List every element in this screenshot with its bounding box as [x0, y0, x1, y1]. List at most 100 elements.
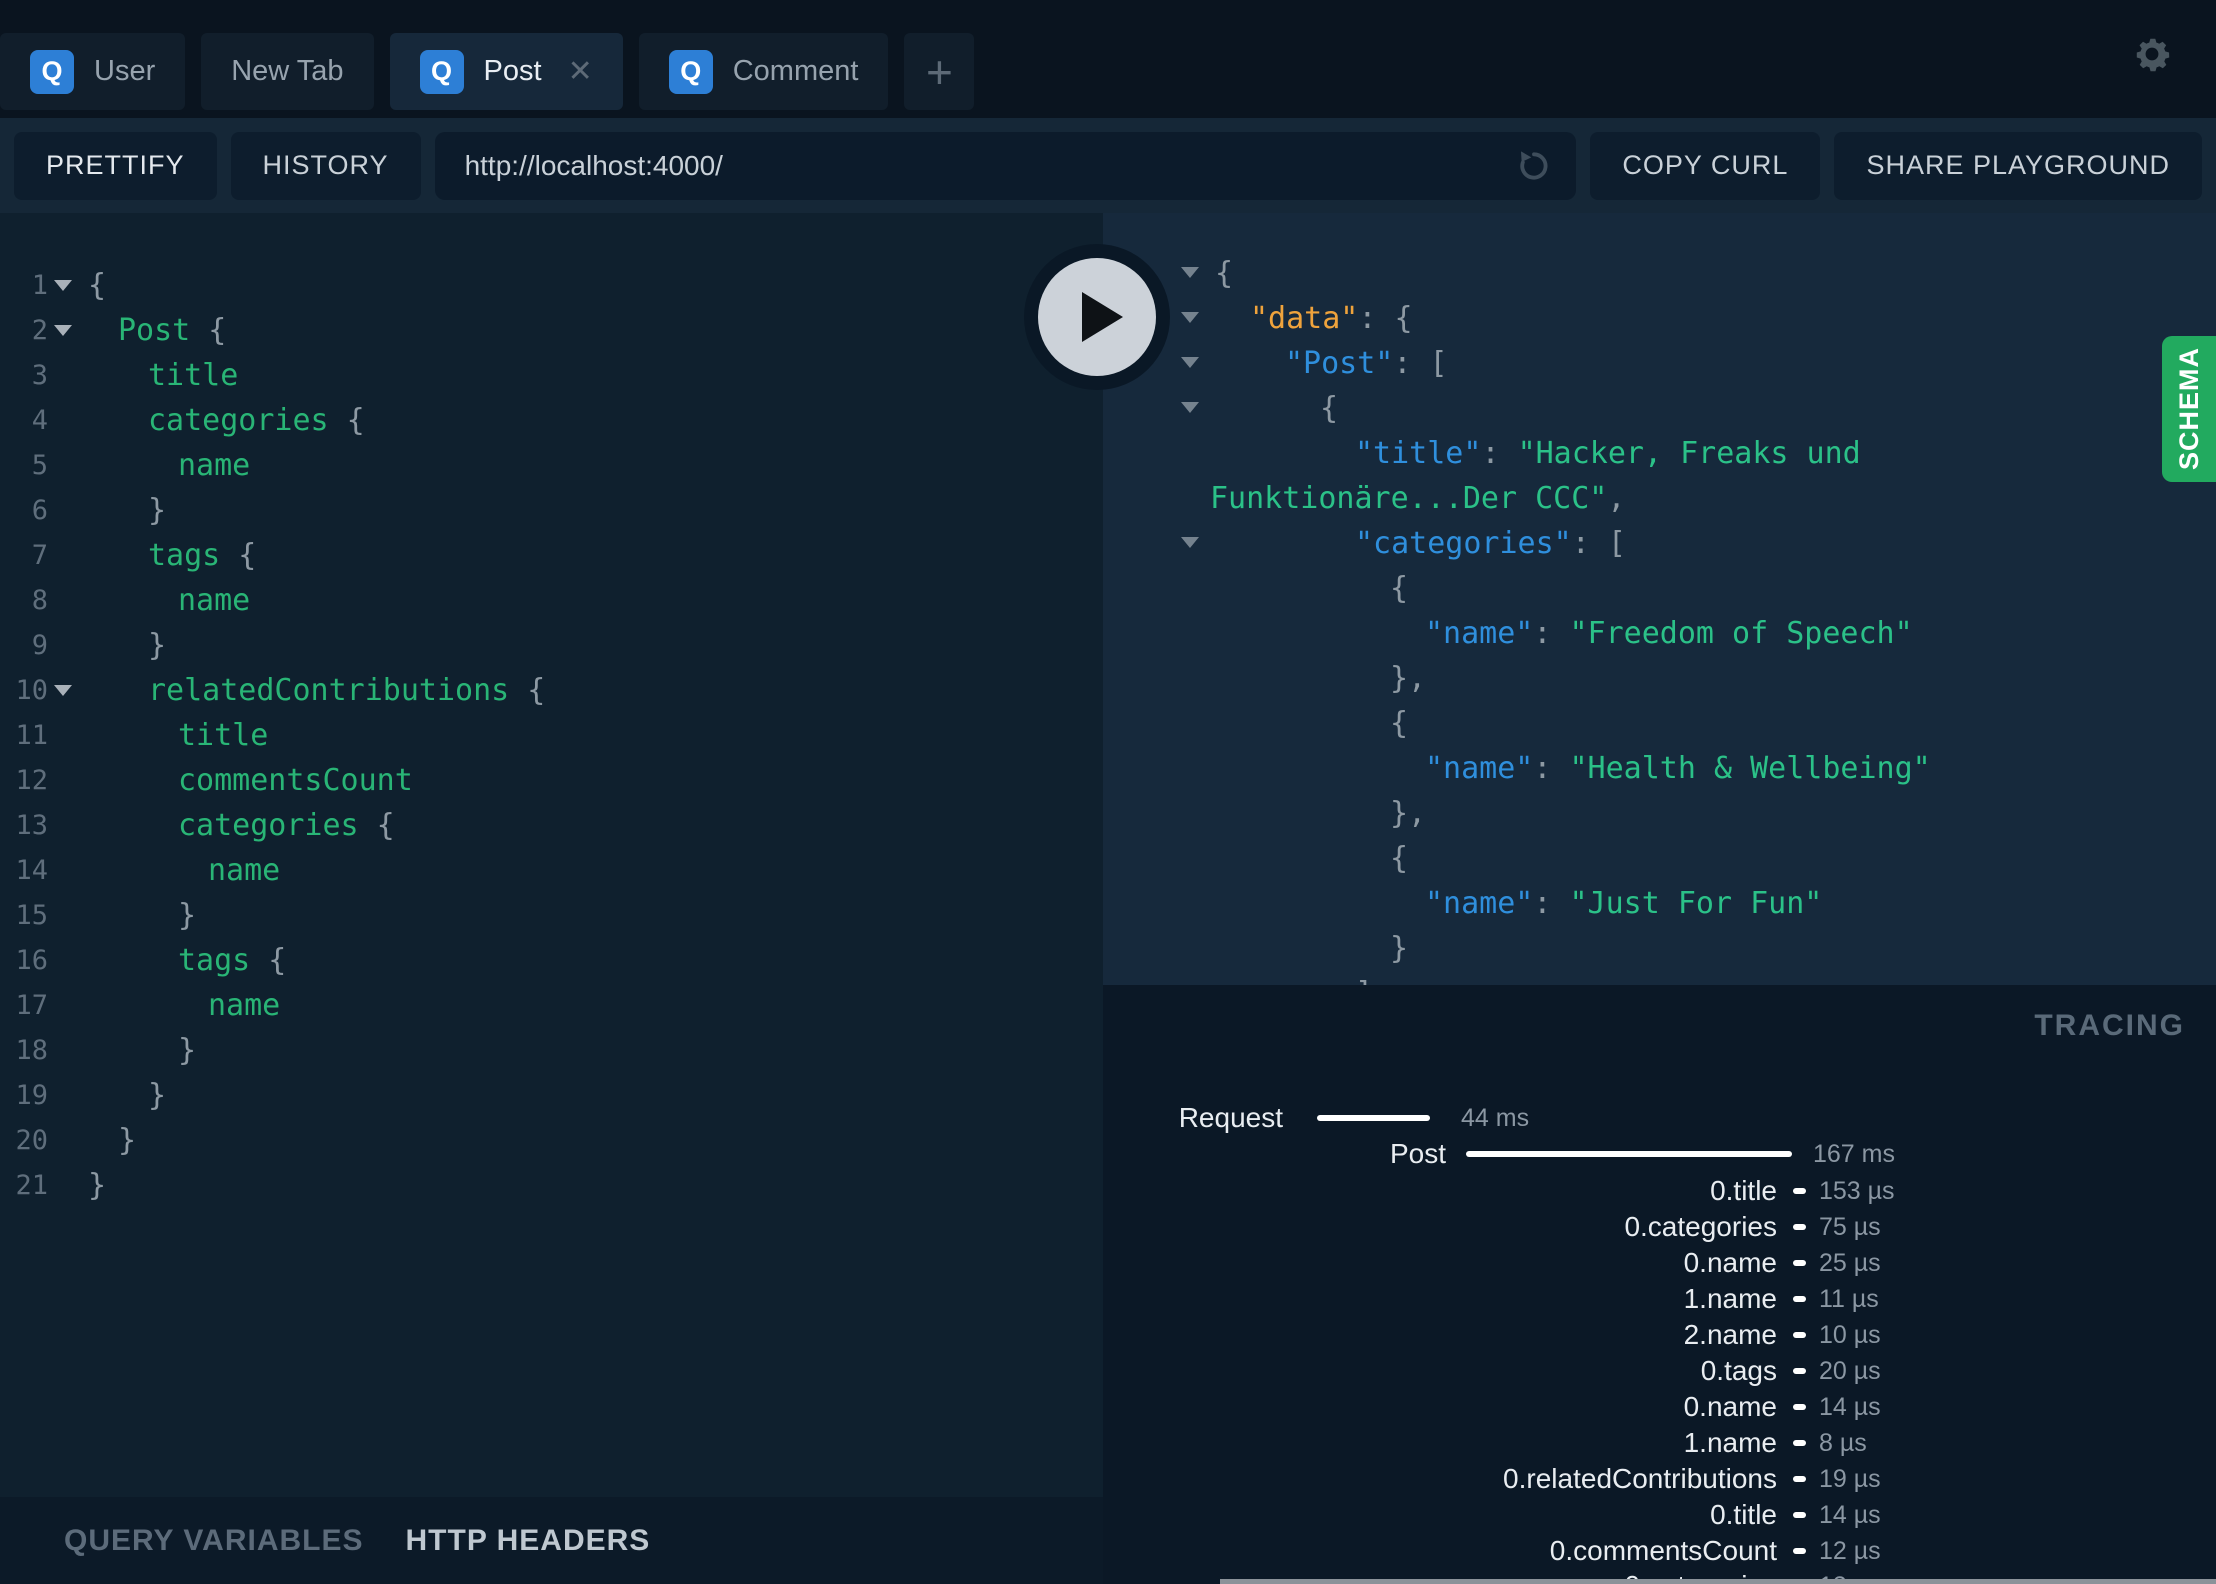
editor-code: }	[88, 898, 196, 933]
editor-line: 11 title	[0, 713, 1103, 758]
editor-code: categories {	[88, 403, 365, 438]
prettify-button[interactable]: PRETTIFY	[14, 131, 217, 200]
response-line: }	[1103, 926, 2216, 971]
code-token: }	[1390, 931, 1409, 966]
response-code: "name": "Health & Wellbeing"	[1103, 751, 1931, 786]
response-line: Funktionäre...Der CCC",	[1103, 476, 2216, 521]
code-token: "name"	[1425, 616, 1534, 651]
code-token: : {	[1358, 301, 1413, 336]
tab-new-tab[interactable]: New Tab	[201, 33, 374, 110]
http-headers-tab[interactable]: HTTP HEADERS	[406, 1524, 651, 1558]
line-number: 9	[31, 630, 48, 661]
tracing-row: Request 44 ms	[1103, 1100, 2216, 1136]
editor-code: title	[88, 358, 238, 393]
tracing-row: 1.name 11 µs	[1103, 1281, 2216, 1317]
fold-arrow-icon[interactable]	[54, 280, 72, 291]
fold-arrow-icon[interactable]	[54, 685, 72, 696]
tab-user[interactable]: Q User	[0, 33, 186, 110]
tracing-duration-bar	[1793, 1224, 1806, 1230]
toolbar: PRETTIFY HISTORY COPY CURL SHARE PLAYGRO…	[0, 118, 2216, 213]
collapse-arrow-icon[interactable]	[1181, 357, 1199, 368]
editor-code: name	[88, 583, 250, 618]
editor-code: }	[88, 1123, 136, 1158]
tracing-row-value: 153 µs	[1819, 1176, 1895, 1205]
share-playground-button[interactable]: SHARE PLAYGROUND	[1834, 131, 2202, 200]
editor-line: 5 name	[0, 443, 1103, 488]
settings-gear-icon[interactable]	[2130, 32, 2174, 76]
editor-line: 14 name	[0, 848, 1103, 893]
line-number: 12	[15, 765, 48, 796]
code-token: ]	[1355, 976, 1373, 985]
endpoint-url-field	[434, 131, 1577, 200]
reload-icon[interactable]	[1514, 146, 1554, 186]
tracing-row: 0.name 25 µs	[1103, 1245, 2216, 1281]
fold-arrow-icon[interactable]	[54, 325, 72, 336]
response-line: {	[1103, 386, 2216, 431]
response-code: },	[1103, 796, 1426, 831]
play-icon	[1081, 292, 1123, 342]
collapse-arrow-icon[interactable]	[1181, 537, 1199, 548]
code-token: {	[190, 313, 227, 348]
collapse-arrow-icon[interactable]	[1181, 267, 1199, 278]
editor-code: }	[88, 628, 166, 663]
query-variables-tab[interactable]: QUERY VARIABLES	[64, 1524, 364, 1558]
line-number: 10	[15, 675, 48, 706]
code-token: ,	[1607, 481, 1626, 516]
collapse-arrow-icon[interactable]	[1181, 312, 1199, 323]
line-number: 8	[31, 585, 48, 616]
tracing-duration-bar	[1793, 1476, 1806, 1482]
execute-button[interactable]	[1024, 244, 1170, 390]
tracing-row: 1.name 8 µs	[1103, 1425, 2216, 1461]
tab-label: New Tab	[231, 55, 344, 87]
code-token: : [	[1393, 346, 1448, 381]
editor-line: 9}	[0, 623, 1103, 668]
schema-side-tab[interactable]: SCHEMA	[2162, 336, 2216, 482]
tracing-duration-bar	[1793, 1332, 1806, 1338]
horizontal-scrollbar[interactable]	[1220, 1579, 2216, 1584]
line-number: 3	[31, 360, 48, 391]
response-line: },	[1103, 791, 2216, 836]
code-token: :	[1533, 751, 1570, 786]
tab-comment[interactable]: Q Comment	[638, 33, 889, 110]
tab-post[interactable]: Q Post ✕	[389, 33, 623, 110]
copy-curl-button[interactable]: COPY CURL	[1590, 131, 1821, 200]
code-token: name	[208, 988, 281, 1023]
code-token: name	[178, 583, 251, 618]
code-token: relatedContributions	[148, 673, 510, 708]
query-editor[interactable]: 1{2 Post {3 title 4 categories {5 name 6} 7 tags…	[0, 213, 1103, 1497]
tracing-duration-bar	[1317, 1115, 1430, 1121]
tracing-row-value: 19 µs	[1819, 1464, 1881, 1493]
collapse-arrow-icon[interactable]	[1181, 402, 1199, 413]
code-token: {	[88, 268, 107, 303]
tracing-row: 0.name 14 µs	[1103, 1389, 2216, 1425]
code-token: }	[148, 1078, 167, 1113]
tracing-duration-bar	[1793, 1368, 1806, 1374]
code-token: }	[178, 1033, 197, 1068]
code-token: name	[178, 448, 251, 483]
code-token: }	[148, 628, 167, 663]
close-tab-icon[interactable]: ✕	[568, 56, 593, 87]
tracing-row-value: 14 µs	[1819, 1392, 1881, 1421]
code-token: :	[1533, 616, 1570, 651]
code-token: "Post"	[1285, 346, 1394, 381]
code-token: "Health & Wellbeing"	[1569, 751, 1931, 786]
schema-side-tab-label: SCHEMA	[2173, 347, 2204, 471]
code-token: "title"	[1355, 436, 1482, 471]
response-line: ]	[1103, 971, 2216, 985]
line-number: 14	[15, 855, 48, 886]
tracing-row-label: 0.categories	[1624, 1211, 1777, 1242]
endpoint-url-input[interactable]	[434, 149, 1515, 182]
code-token: {	[1320, 391, 1339, 426]
editor-code: title	[88, 718, 268, 753]
tracing-duration-bar	[1793, 1296, 1806, 1302]
response-line: "Post": [	[1103, 341, 2216, 386]
tracing-row-value: 167 ms	[1813, 1139, 1895, 1168]
tab-label: Post	[483, 55, 542, 87]
tracing-row: 0.title 153 µs	[1103, 1173, 2216, 1209]
line-number: 21	[15, 1170, 48, 1201]
tab-bar: Q User New Tab Q Post ✕ Q Comment +	[0, 0, 2216, 118]
history-button[interactable]: HISTORY	[230, 131, 421, 200]
editor-line: 21}	[0, 1163, 1103, 1208]
tracing-row-label: 0.name	[1683, 1247, 1777, 1278]
add-tab-button[interactable]: +	[904, 33, 975, 110]
